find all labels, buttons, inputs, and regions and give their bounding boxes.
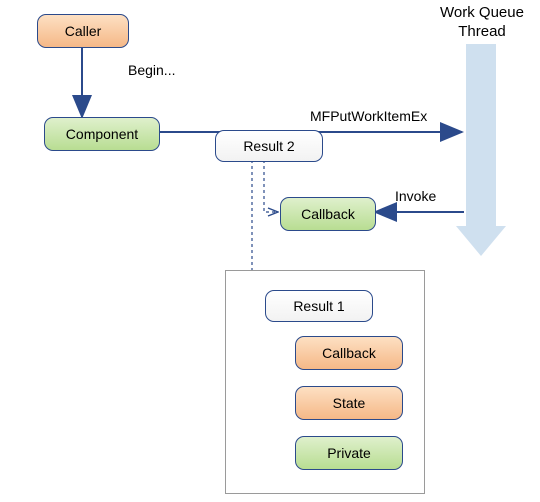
diagram-canvas: Work Queue Thread Begin... MFPutWorkItem… (0, 0, 540, 502)
node-result1: Result 1 (265, 290, 373, 322)
work-queue-arrow (456, 44, 506, 256)
node-result2: Result 2 (215, 130, 323, 162)
node-result1-label: Result 1 (293, 298, 344, 314)
node-r1-private-label: Private (327, 445, 371, 461)
node-r1-state-label: State (333, 395, 366, 411)
edge-put-label: MFPutWorkItemEx (310, 108, 427, 124)
node-r1-callback: Callback (295, 336, 403, 370)
node-component: Component (44, 117, 160, 151)
work-queue-header-text: Work Queue Thread (440, 4, 524, 40)
node-r1-private: Private (295, 436, 403, 470)
edge-invoke-label: Invoke (395, 188, 436, 204)
node-caller: Caller (37, 14, 129, 48)
node-r1-callback-label: Callback (322, 345, 376, 361)
node-callback: Callback (280, 197, 376, 231)
node-component-label: Component (66, 126, 138, 142)
node-r1-state: State (295, 386, 403, 420)
work-queue-header: Work Queue Thread (430, 4, 534, 42)
edge-result2-to-callback (264, 160, 278, 212)
node-caller-label: Caller (65, 23, 102, 39)
node-callback-label: Callback (301, 206, 355, 222)
node-result2-label: Result 2 (243, 138, 294, 154)
edge-begin-label: Begin... (128, 62, 175, 78)
